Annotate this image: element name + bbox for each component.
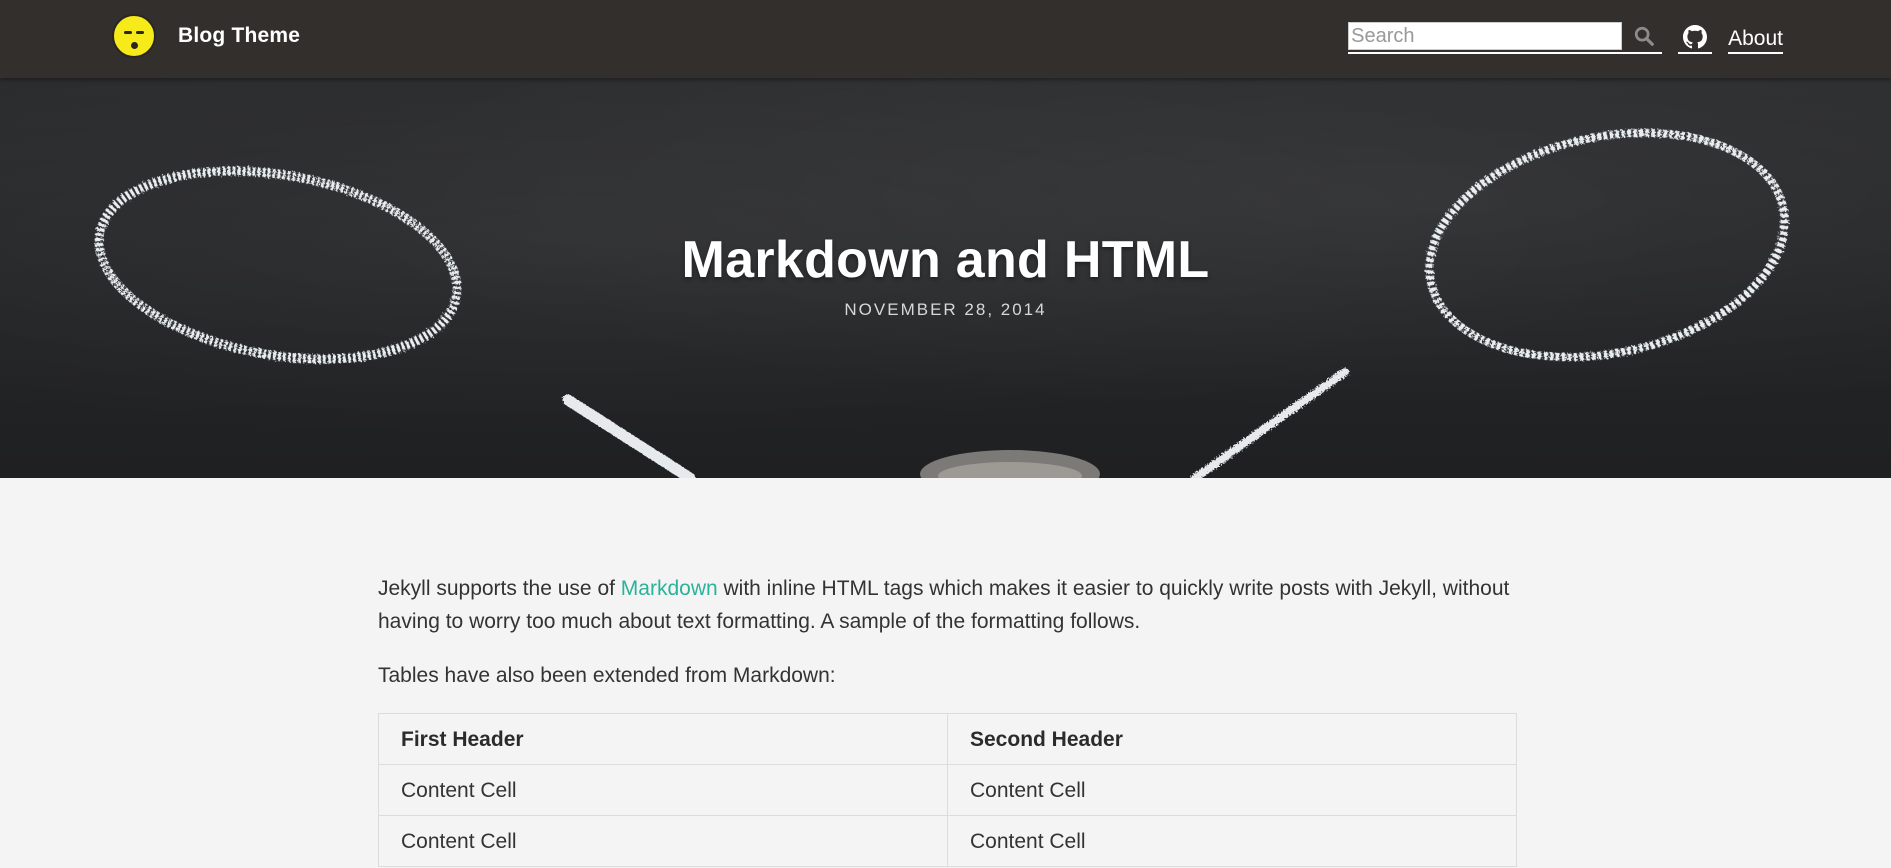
table-row: Content Cell Content Cell: [378, 764, 1517, 816]
search-form: [1348, 22, 1663, 54]
table-cell: Content Cell: [378, 764, 948, 816]
post-content: Jekyll supports the use of Markdown with…: [378, 572, 1517, 867]
search-icon[interactable]: [1626, 22, 1662, 50]
brand-title: Blog Theme: [178, 24, 301, 47]
intro-paragraph: Jekyll supports the use of Markdown with…: [378, 572, 1517, 638]
tables-intro: Tables have also been extended from Mark…: [378, 664, 836, 687]
github-icon[interactable]: [1678, 25, 1713, 54]
intro-text-before: Jekyll supports the use of: [378, 577, 621, 600]
table-cell: Content Cell: [947, 815, 1517, 867]
top-navbar: Blog Theme About: [0, 0, 1891, 78]
about-link[interactable]: About: [1728, 27, 1783, 54]
markdown-link[interactable]: Markdown: [621, 577, 718, 600]
nav-right: About: [1348, 21, 1783, 55]
table-row: Content Cell Content Cell: [378, 815, 1517, 867]
brand-home-link[interactable]: Blog Theme: [112, 14, 300, 58]
table-header-cell: Second Header: [947, 713, 1517, 765]
sample-table: First Header Second Header Content Cell …: [378, 713, 1517, 867]
post-title: Markdown and HTML: [681, 231, 1210, 289]
table-header-cell: First Header: [378, 713, 948, 765]
table-cell: Content Cell: [378, 815, 948, 867]
post-date: NOVEMBER 28, 2014: [844, 300, 1047, 319]
post-hero: Markdown and HTML NOVEMBER 28, 2014: [0, 78, 1891, 478]
emoji-face-icon: [112, 14, 156, 58]
search-input[interactable]: [1348, 22, 1623, 50]
table-cell: Content Cell: [947, 764, 1517, 816]
table-header-row: First Header Second Header: [378, 713, 1517, 765]
